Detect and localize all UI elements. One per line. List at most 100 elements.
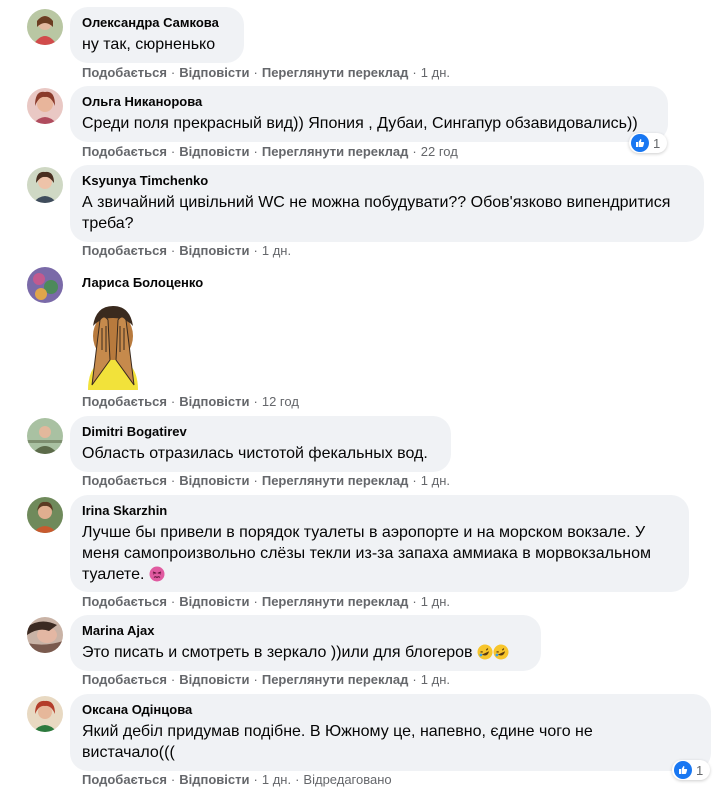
persevering-face-emoji xyxy=(149,566,165,588)
see-translation-button[interactable]: Переглянути переклад xyxy=(262,672,409,687)
comment-text: А звичайний цивільний WC не можна побуду… xyxy=(82,194,671,232)
reply-button[interactable]: Відповісти xyxy=(179,672,249,687)
rolling-laughing-emoji xyxy=(477,644,493,666)
comment-author[interactable]: Dimitri Bogatirev xyxy=(82,424,439,440)
see-translation-button[interactable]: Переглянути переклад xyxy=(262,65,409,80)
reaction-count: 1 xyxy=(696,762,704,778)
separator: · xyxy=(253,243,258,258)
separator: · xyxy=(253,772,258,787)
comment-actions: Подобається · Відповісти · Переглянути перек… xyxy=(82,473,450,489)
comment-time[interactable]: 1 дн. xyxy=(262,772,291,787)
comment-author[interactable]: Олександра Самкова xyxy=(82,15,232,31)
avatar[interactable] xyxy=(27,617,63,653)
reaction-summary[interactable]: 1 xyxy=(629,133,667,153)
comment-time[interactable]: 1 дн. xyxy=(421,594,450,609)
like-button[interactable]: Подобається xyxy=(82,243,167,258)
separator: · xyxy=(253,65,258,80)
comment-author[interactable]: Оксана Одінцова xyxy=(82,702,699,718)
avatar[interactable] xyxy=(27,696,63,732)
avatar[interactable] xyxy=(27,167,63,203)
avatar[interactable] xyxy=(27,267,63,303)
separator: · xyxy=(253,144,258,159)
separator: · xyxy=(170,672,176,687)
reply-button[interactable]: Відповісти xyxy=(179,394,249,409)
like-button[interactable]: Подобається xyxy=(82,65,167,80)
comment-author[interactable]: Marina Ajax xyxy=(82,623,529,639)
comment-text: Який дебіл придумав подібне. В Южному це… xyxy=(82,723,593,761)
separator: · xyxy=(412,594,417,609)
like-icon xyxy=(674,761,692,779)
comment-bubble: Marina Ajax Это писать и смотреть в зерк… xyxy=(70,615,541,671)
comment-actions: Подобається · Відповісти · Переглянути перек… xyxy=(82,65,450,81)
comment-time[interactable]: 22 год xyxy=(421,144,458,159)
comment-author[interactable]: Ksyunya Timchenko xyxy=(82,173,692,189)
separator: · xyxy=(412,672,417,687)
comment-bubble: Ksyunya Timchenko А звичайний цивільний … xyxy=(70,165,704,242)
reply-button[interactable]: Відповісти xyxy=(179,243,249,258)
like-button[interactable]: Подобається xyxy=(82,144,167,159)
comment-author[interactable]: Irina Skarzhin xyxy=(82,503,677,519)
reply-button[interactable]: Відповісти xyxy=(179,65,249,80)
like-button[interactable]: Подобається xyxy=(82,594,167,609)
like-button[interactable]: Подобається xyxy=(82,772,167,787)
comment-bubble: Irina Skarzhin Лучше бы привели в порядо… xyxy=(70,495,689,592)
comment-bubble: Ольга Никанорова Среди поля прекрасный в… xyxy=(70,86,668,142)
like-icon xyxy=(631,134,649,152)
separator: · xyxy=(295,772,300,787)
reply-button[interactable]: Відповісти xyxy=(179,473,249,488)
comment-author-wrapper: Лариса Болоценко xyxy=(82,275,203,291)
like-button[interactable]: Подобається xyxy=(82,672,167,687)
separator: · xyxy=(412,65,417,80)
comment-text: Среди поля прекрасный вид)) Япония , Дуб… xyxy=(82,115,638,132)
comment-text: ну так, сюрненько xyxy=(82,36,216,53)
comment-author[interactable]: Лариса Болоценко xyxy=(82,275,203,291)
comment-text-content: Лучше бы привели в порядок туалеты в аэр… xyxy=(82,524,652,583)
avatar[interactable] xyxy=(27,88,63,124)
comment-bubble: Оксана Одінцова Який дебіл придумав поді… xyxy=(70,694,711,771)
separator: · xyxy=(253,394,258,409)
separator: · xyxy=(253,473,258,488)
separator: · xyxy=(170,772,176,787)
comment-actions: Подобається · Відповісти · Переглянути перек… xyxy=(82,144,458,160)
reply-button[interactable]: Відповісти xyxy=(179,594,249,609)
comment-time[interactable]: 1 дн. xyxy=(421,65,450,80)
comment-actions: Подобається · Відповісти · 1 дн. xyxy=(82,243,291,259)
comment-bubble: Олександра Самкова ну так, сюрненько xyxy=(70,7,244,63)
comment-time[interactable]: 1 дн. xyxy=(421,672,450,687)
separator: · xyxy=(170,473,176,488)
like-button[interactable]: Подобається xyxy=(82,394,167,409)
separator: · xyxy=(170,243,176,258)
separator: · xyxy=(170,144,176,159)
edited-label: Відредаговано xyxy=(303,772,392,787)
covering-face-sticker[interactable] xyxy=(78,290,148,390)
separator: · xyxy=(412,473,417,488)
separator: · xyxy=(170,394,176,409)
reply-button[interactable]: Відповісти xyxy=(179,772,249,787)
avatar[interactable] xyxy=(27,9,63,45)
comment-text: Это писать и смотреть в зеркало ))или дл… xyxy=(82,642,529,666)
comment-time[interactable]: 12 год xyxy=(262,394,299,409)
comment-text: Лучше бы привели в порядок туалеты в аэр… xyxy=(82,522,677,588)
see-translation-button[interactable]: Переглянути переклад xyxy=(262,473,409,488)
separator: · xyxy=(170,65,176,80)
comment-time[interactable]: 1 дн. xyxy=(262,243,291,258)
see-translation-button[interactable]: Переглянути переклад xyxy=(262,594,409,609)
see-translation-button[interactable]: Переглянути переклад xyxy=(262,144,409,159)
separator: · xyxy=(412,144,417,159)
comment-bubble: Dimitri Bogatirev Область отразилась чис… xyxy=(70,416,451,472)
separator: · xyxy=(253,672,258,687)
separator: · xyxy=(170,594,176,609)
reaction-count: 1 xyxy=(653,135,661,151)
comment-actions: Подобається · Відповісти · Переглянути перек… xyxy=(82,672,450,688)
rolling-laughing-emoji xyxy=(493,644,509,666)
like-button[interactable]: Подобається xyxy=(82,473,167,488)
comment-time[interactable]: 1 дн. xyxy=(421,473,450,488)
avatar[interactable] xyxy=(27,418,63,454)
reaction-summary[interactable]: 1 xyxy=(672,760,710,780)
avatar[interactable] xyxy=(27,497,63,533)
comment-author[interactable]: Ольга Никанорова xyxy=(82,94,656,110)
separator: · xyxy=(253,594,258,609)
comment-text-content: Это писать и смотреть в зеркало ))или дл… xyxy=(82,644,473,661)
comment-text: Область отразилась чистотой фекальных во… xyxy=(82,445,428,462)
reply-button[interactable]: Відповісти xyxy=(179,144,249,159)
